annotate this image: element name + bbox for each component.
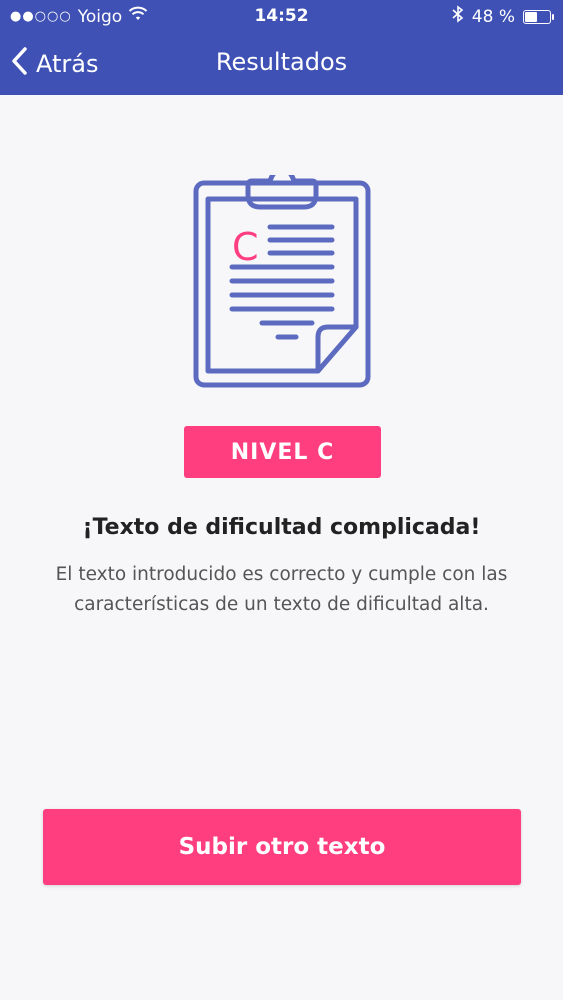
bluetooth-icon <box>452 5 464 28</box>
result-description: El texto introducido es correcto y cumpl… <box>55 564 508 615</box>
header: ●●○○○ Yoigo 14:52 48 % Atrás Resultados <box>0 0 563 95</box>
nav-bar: Atrás Resultados <box>0 40 563 88</box>
clipboard-icon: C <box>190 166 374 389</box>
battery-percent: 48 % <box>471 6 515 27</box>
level-badge: NIVEL C <box>184 426 381 478</box>
upload-another-text-button[interactable]: Subir otro texto <box>43 809 521 885</box>
clipboard-grade-letter: C <box>232 225 259 269</box>
battery-icon <box>523 9 554 24</box>
result-headline: ¡Texto de dificultad complicada! <box>82 515 481 540</box>
status-bar: ●●○○○ Yoigo 14:52 48 % <box>0 0 563 32</box>
page-title: Resultados <box>215 48 348 76</box>
